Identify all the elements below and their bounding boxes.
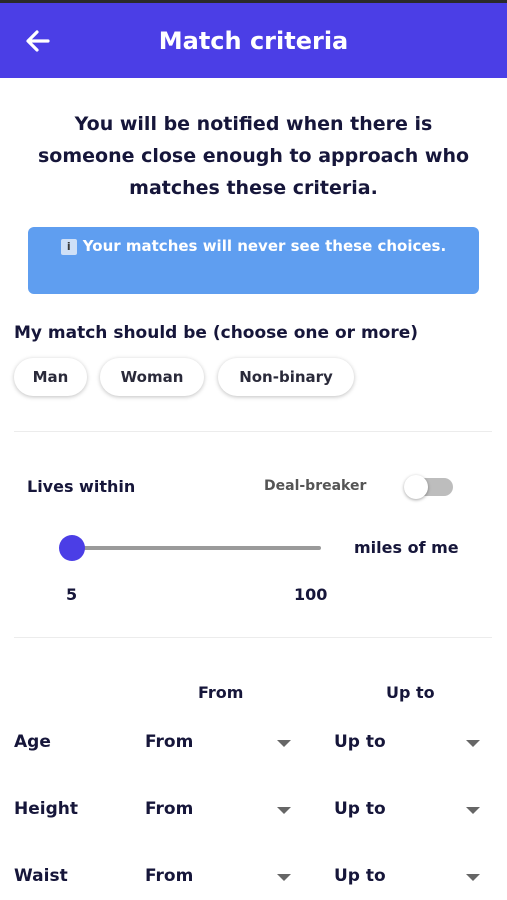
age-from-dropdown[interactable]: From <box>145 729 295 759</box>
age-upto-dropdown[interactable]: Up to <box>334 729 484 759</box>
privacy-info-box: i Your matches will never see these choic… <box>28 227 479 294</box>
notice-line-3: matches these criteria. <box>129 177 378 199</box>
height-from-value: From <box>145 799 194 819</box>
waist-upto-dropdown[interactable]: Up to <box>334 863 484 893</box>
height-from-dropdown[interactable]: From <box>145 796 295 826</box>
upto-column-header: Up to <box>386 683 435 702</box>
slider-min-label: 5 <box>66 585 78 604</box>
notice-line-1: You will be notified when there is <box>74 113 433 135</box>
notice-line-2: someone close enough to approach who <box>37 145 470 167</box>
notification-notice: You will be notified when there is someo… <box>20 108 487 204</box>
caret-down-icon <box>277 807 291 814</box>
info-icon: i <box>60 239 77 255</box>
slider-max-label: 100 <box>294 585 328 604</box>
chip-woman[interactable]: Woman <box>100 358 204 396</box>
height-upto-dropdown[interactable]: Up to <box>334 796 484 826</box>
distance-slider-thumb[interactable] <box>59 535 85 561</box>
app-header: Match criteria <box>0 0 507 78</box>
age-label: Age <box>14 732 51 752</box>
gender-choice-label: My match should be (choose one or more) <box>14 323 419 343</box>
divider <box>14 637 492 638</box>
height-upto-value: Up to <box>334 799 386 819</box>
divider <box>14 431 492 432</box>
from-column-header: From <box>198 683 244 702</box>
page-title: Match criteria <box>158 27 349 55</box>
height-label: Height <box>14 799 78 819</box>
chip-man[interactable]: Man <box>14 358 87 396</box>
caret-down-icon <box>466 740 480 747</box>
lives-within-label: Lives within <box>27 477 136 496</box>
caret-down-icon <box>466 807 480 814</box>
waist-label: Waist <box>14 866 68 886</box>
waist-upto-value: Up to <box>334 866 386 886</box>
waist-from-value: From <box>145 866 194 886</box>
chip-non-binary[interactable]: Non-binary <box>218 358 354 396</box>
distance-slider-track[interactable] <box>72 546 321 550</box>
miles-of-me-label: miles of me <box>354 538 459 557</box>
info-text: Your matches will never see these choice… <box>82 237 447 255</box>
caret-down-icon <box>277 740 291 747</box>
deal-breaker-label: Deal-breaker <box>264 478 367 494</box>
age-upto-value: Up to <box>334 732 386 752</box>
caret-down-icon <box>277 874 291 881</box>
age-from-value: From <box>145 732 194 752</box>
waist-from-dropdown[interactable]: From <box>145 863 295 893</box>
info-message: i Your matches will never see these choic… <box>28 237 479 255</box>
deal-breaker-toggle-knob[interactable] <box>404 475 428 499</box>
caret-down-icon <box>466 874 480 881</box>
